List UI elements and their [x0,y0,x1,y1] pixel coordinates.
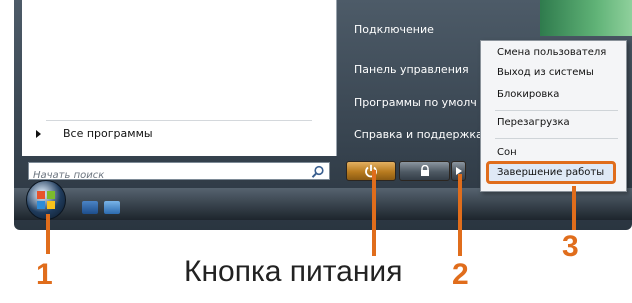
switch-user-item[interactable]: Смена пользователя [497,47,606,58]
quick-launch-icon-2[interactable] [104,201,120,214]
search-input[interactable] [29,167,303,184]
power-submenu: Смена пользователя Выход из системы Блок… [480,40,627,192]
right-pane-control-panel[interactable]: Панель управления [354,63,469,76]
windows-logo-icon [37,191,55,209]
annotation-marker-3: 3 [562,230,579,263]
search-icon[interactable] [311,165,325,179]
right-pane-help[interactable]: Справка и поддержка [354,128,483,141]
power-button[interactable] [346,161,396,181]
lock-button[interactable] [399,161,450,181]
annotation-marker-1: 1 [36,258,53,291]
annotation-line-power [372,170,376,256]
annotation-line-1 [46,214,50,254]
divider [495,110,618,111]
search-box[interactable] [28,162,330,184]
all-programs-item[interactable]: Все программы [36,127,153,140]
right-pane-connect[interactable]: Подключение [354,23,434,36]
lock-item[interactable]: Блокировка [497,89,559,100]
shutdown-item[interactable]: Завершение работы [497,167,604,178]
power-button-caption: Кнопка питания [184,255,403,288]
annotation-line-3 [572,186,576,230]
annotation-marker-2: 2 [452,258,469,291]
sleep-item[interactable]: Сон [497,147,517,158]
annotation-line-2 [458,174,462,256]
arrow-right-icon [36,129,41,138]
divider [46,120,312,121]
quick-launch-icon-1[interactable] [82,201,98,214]
divider [495,138,618,139]
restart-item[interactable]: Перезагрузка [497,117,570,128]
user-picture [540,0,632,36]
programs-pane: Все программы [22,0,337,156]
log-off-item[interactable]: Выход из системы [497,67,594,78]
all-programs-label: Все программы [63,127,153,140]
lock-icon [420,165,429,176]
right-pane-default-programs[interactable]: Программы по умолч [354,96,477,109]
